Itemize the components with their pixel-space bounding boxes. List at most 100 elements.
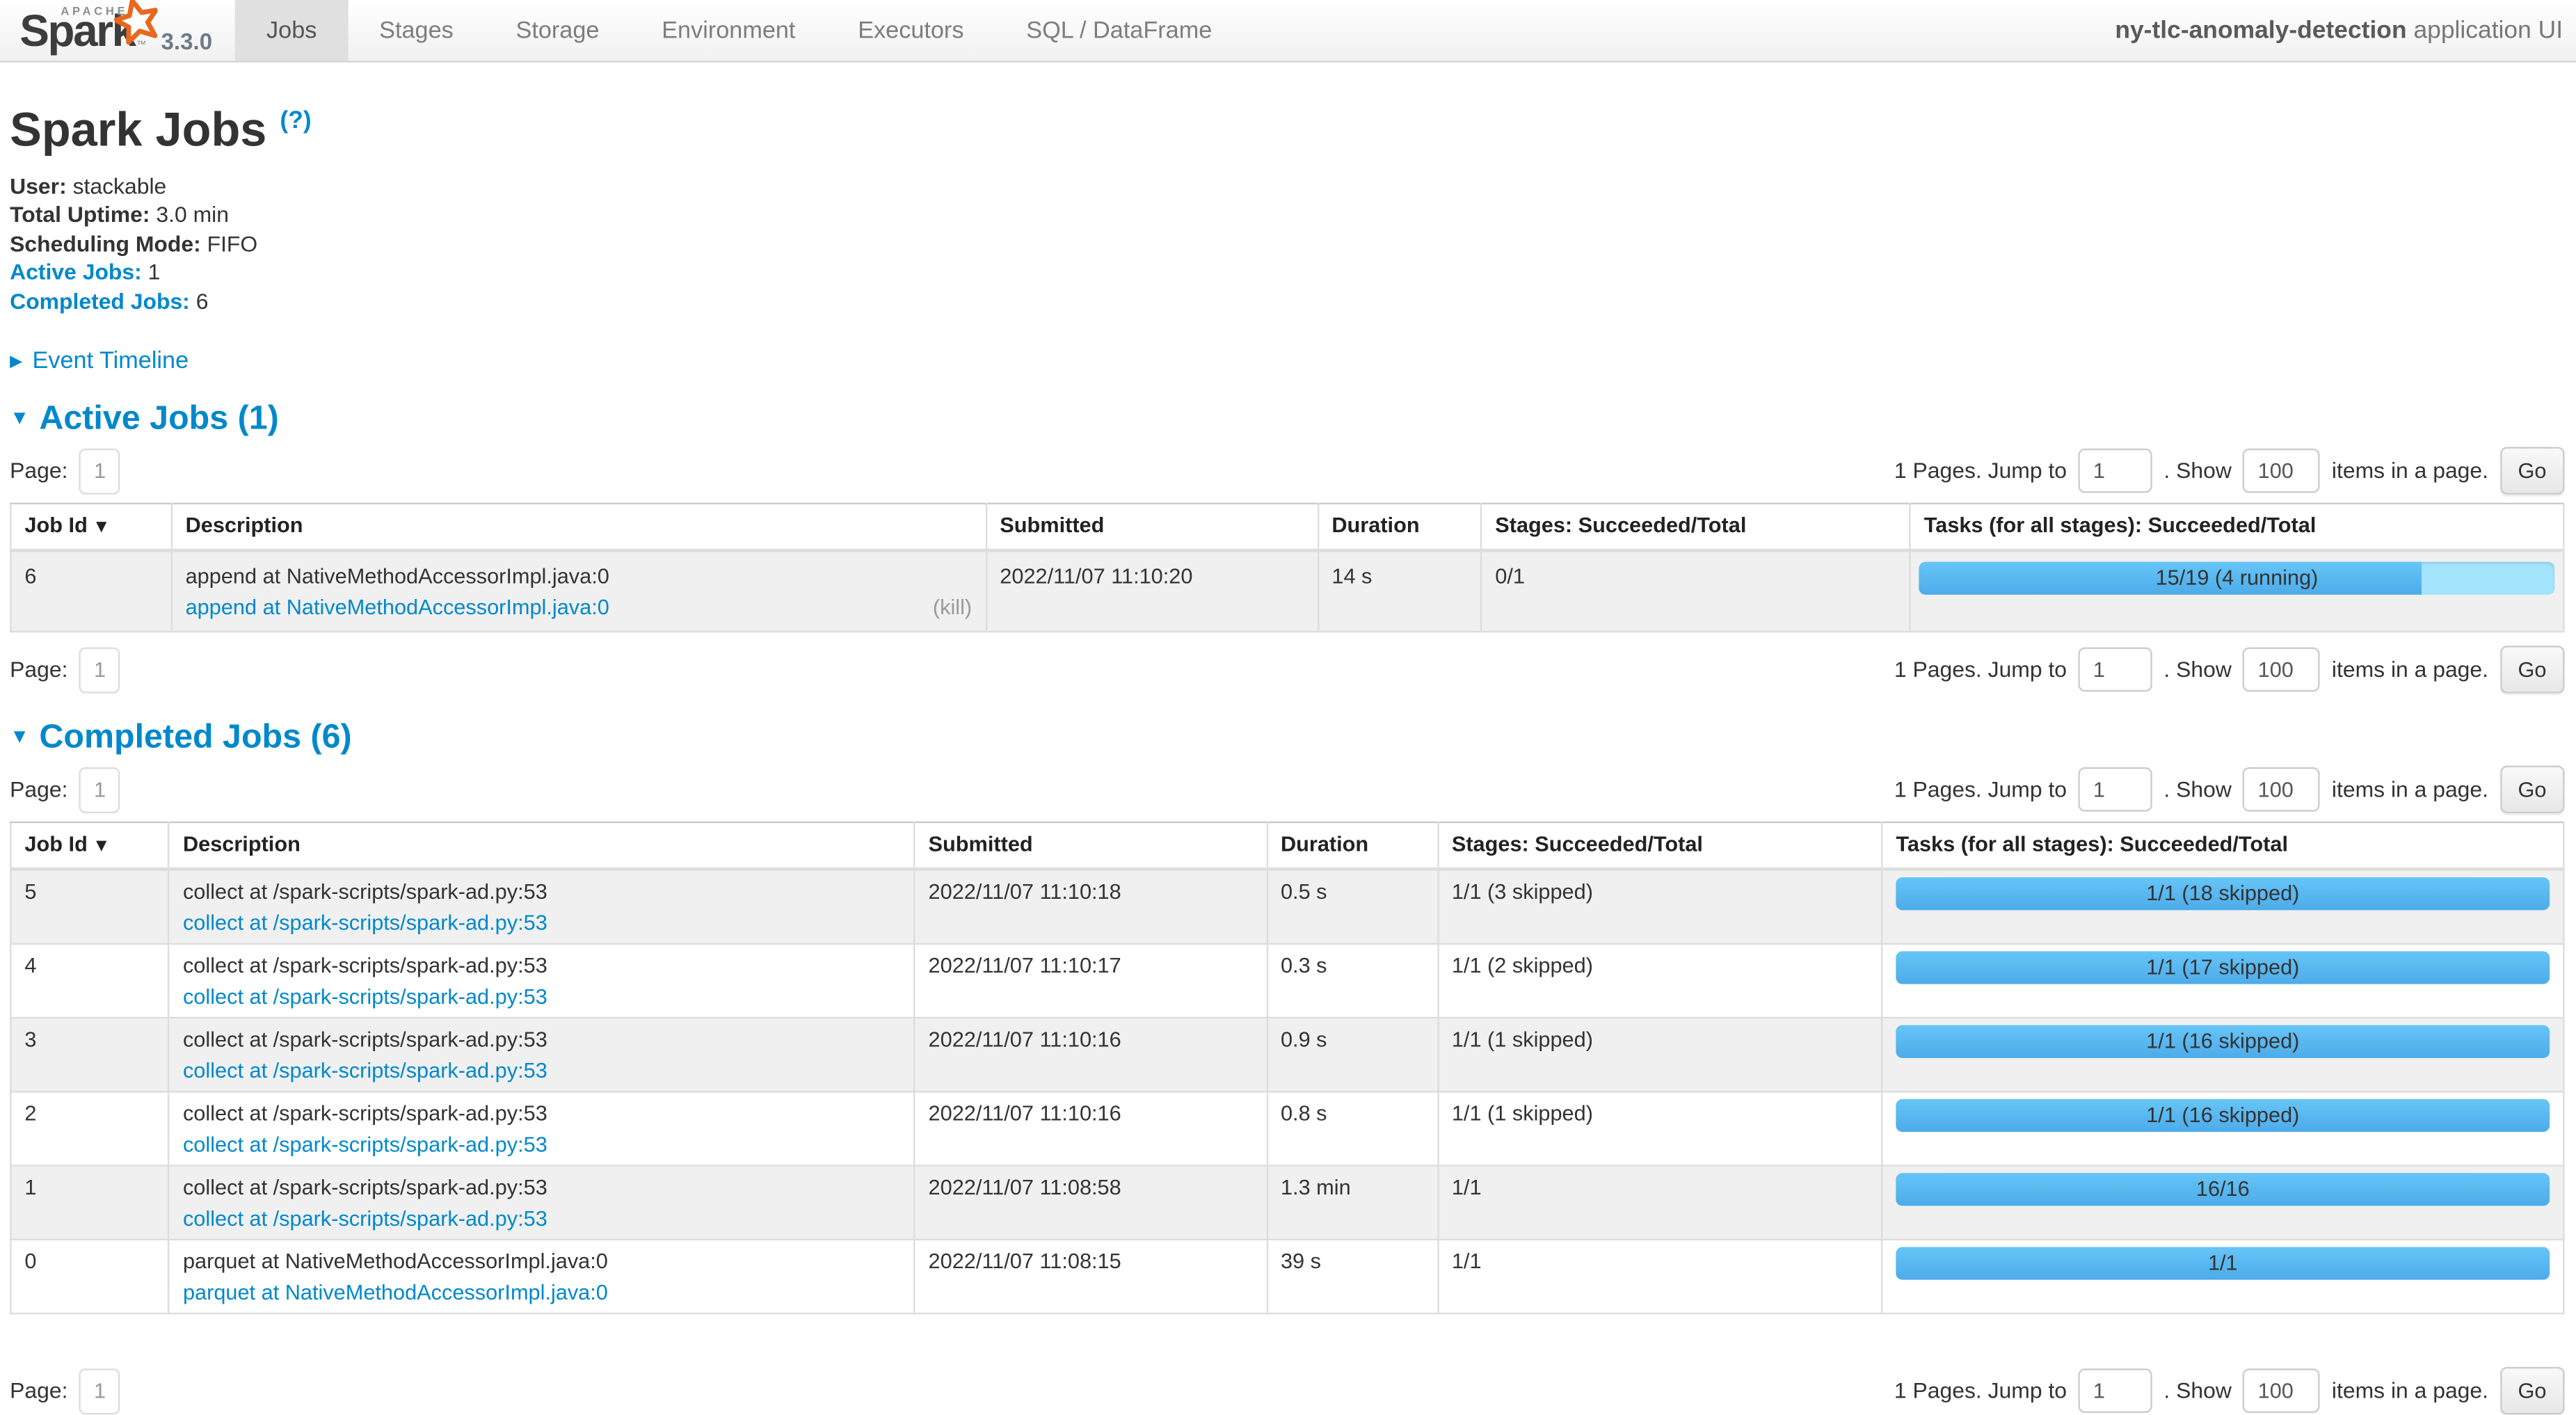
job-description-link[interactable]: collect at /spark-scripts/spark-ad.py:53	[183, 1130, 547, 1158]
completed-job-row: 3 collect at /spark-scripts/spark-ad.py:…	[10, 1018, 2563, 1092]
completed-jobs-heading[interactable]: ▼Completed Jobs (6)	[10, 717, 2564, 758]
completed-job-row: 2 collect at /spark-scripts/spark-ad.py:…	[10, 1092, 2563, 1166]
tasks-progress-bar: 1/1 (18 skipped)	[1896, 877, 2550, 910]
header-job-id[interactable]: Job Id▼	[10, 504, 171, 550]
tab-sql-dataframe[interactable]: SQL / DataFrame	[995, 0, 1243, 61]
header-stages[interactable]: Stages: Succeeded/Total	[1481, 504, 1910, 550]
tasks-progress-bar: 1/1 (17 skipped)	[1896, 952, 2550, 984]
go-button[interactable]: Go	[2500, 1367, 2565, 1414]
tab-jobs[interactable]: Jobs	[235, 0, 348, 61]
job-submitted-cell: 2022/11/07 11:10:18	[914, 870, 1266, 944]
completed-jobs-link[interactable]: Completed Jobs:	[10, 289, 190, 313]
tasks-progress-label: 1/1 (16 skipped)	[1896, 1025, 2550, 1058]
current-page-button[interactable]: 1	[79, 767, 120, 813]
job-description-cell: collect at /spark-scripts/spark-ad.py:53…	[169, 944, 915, 1018]
current-page-button[interactable]: 1	[79, 448, 120, 494]
completed-job-row: 4 collect at /spark-scripts/spark-ad.py:…	[10, 944, 2563, 1018]
items-per-page-input[interactable]	[2243, 1369, 2320, 1414]
job-description-link[interactable]: parquet at NativeMethodAccessorImpl.java…	[183, 1279, 608, 1306]
header-job-id[interactable]: Job Id▼	[10, 822, 169, 869]
job-id-cell: 3	[10, 1018, 169, 1092]
items-per-page-input[interactable]	[2243, 767, 2320, 812]
items-in-page-text: items in a page.	[2332, 777, 2488, 801]
header-stages[interactable]: Stages: Succeeded/Total	[1438, 822, 1882, 869]
job-description-link[interactable]: append at NativeMethodAccessorImpl.java:…	[186, 593, 609, 621]
job-duration-cell: 0.5 s	[1267, 870, 1438, 944]
job-submitted-cell: 2022/11/07 11:08:58	[914, 1166, 1266, 1240]
job-tasks-cell: 1/1	[1882, 1240, 2563, 1313]
job-summary: User: stackable Total Uptime: 3.0 min Sc…	[10, 172, 2564, 316]
pages-jump-text: 1 Pages. Jump to	[1894, 777, 2067, 801]
page-label: Page:	[10, 657, 67, 682]
job-stages-cell: 1/1	[1438, 1166, 1882, 1240]
job-description: collect at /spark-scripts/spark-ad.py:53	[183, 877, 900, 905]
active-job-row: 6 append at NativeMethodAccessorImpl.jav…	[10, 551, 2563, 632]
header-duration[interactable]: Duration	[1318, 504, 1481, 550]
header-submitted[interactable]: Submitted	[914, 822, 1266, 869]
tasks-progress-label: 1/1 (16 skipped)	[1896, 1099, 2550, 1132]
job-stages-cell: 1/1 (1 skipped)	[1438, 1018, 1882, 1092]
show-text: . Show	[2163, 777, 2231, 801]
job-stages-cell: 1/1 (2 skipped)	[1438, 944, 1882, 1018]
jump-to-page-input[interactable]	[2079, 648, 2152, 692]
job-description-link[interactable]: collect at /spark-scripts/spark-ad.py:53	[183, 983, 547, 1011]
job-description-cell: collect at /spark-scripts/spark-ad.py:53…	[169, 1018, 915, 1092]
header-submitted[interactable]: Submitted	[986, 504, 1318, 550]
summary-active-jobs: Active Jobs: 1	[10, 258, 2564, 287]
job-stages-cell: 0/1	[1481, 551, 1910, 632]
header-duration[interactable]: Duration	[1267, 822, 1438, 869]
completed-job-row: 0 parquet at NativeMethodAccessorImpl.ja…	[10, 1240, 2563, 1313]
header-description[interactable]: Description	[169, 822, 915, 869]
job-description-cell: collect at /spark-scripts/spark-ad.py:53…	[169, 870, 915, 944]
header-tasks[interactable]: Tasks (for all stages): Succeeded/Total	[1882, 822, 2563, 869]
kill-link[interactable]: (kill)	[933, 593, 972, 621]
job-description: collect at /spark-scripts/spark-ad.py:53	[183, 1174, 900, 1201]
help-link[interactable]: (?)	[280, 107, 311, 135]
items-per-page-input[interactable]	[2243, 449, 2320, 493]
show-text: . Show	[2163, 1379, 2231, 1403]
header-tasks[interactable]: Tasks (for all stages): Succeeded/Total	[1910, 504, 2564, 550]
pages-jump-text: 1 Pages. Jump to	[1894, 657, 2067, 682]
items-per-page-input[interactable]	[2243, 648, 2320, 692]
jump-to-page-input[interactable]	[2079, 767, 2152, 812]
current-page-button[interactable]: 1	[79, 647, 120, 693]
tab-storage[interactable]: Storage	[485, 0, 631, 61]
header-description[interactable]: Description	[172, 504, 986, 550]
job-stages-cell: 1/1 (1 skipped)	[1438, 1092, 1882, 1166]
job-submitted-cell: 2022/11/07 11:10:17	[914, 944, 1266, 1018]
items-in-page-text: items in a page.	[2332, 458, 2488, 483]
completed-jobs-count: 6	[196, 289, 209, 313]
job-description-link[interactable]: collect at /spark-scripts/spark-ad.py:53	[183, 909, 547, 936]
tasks-progress-bar: 1/1	[1896, 1247, 2550, 1280]
active-jobs-link[interactable]: Active Jobs:	[10, 260, 142, 285]
tasks-progress-label: 16/16	[1896, 1174, 2550, 1206]
jump-to-page-input[interactable]	[2079, 1369, 2152, 1414]
job-description-link[interactable]: collect at /spark-scripts/spark-ad.py:53	[183, 1057, 547, 1085]
page-label: Page:	[10, 1379, 67, 1403]
tab-stages[interactable]: Stages	[348, 0, 484, 61]
job-description-link[interactable]: collect at /spark-scripts/spark-ad.py:53	[183, 1204, 547, 1232]
tab-executors[interactable]: Executors	[826, 0, 995, 61]
go-button[interactable]: Go	[2500, 646, 2565, 693]
completed-job-row: 5 collect at /spark-scripts/spark-ad.py:…	[10, 870, 2563, 944]
tab-environment[interactable]: Environment	[630, 0, 826, 61]
sort-desc-icon: ▼	[93, 836, 111, 856]
go-button[interactable]: Go	[2500, 766, 2565, 813]
jump-to-page-input[interactable]	[2079, 449, 2152, 493]
job-submitted-cell: 2022/11/07 11:10:20	[986, 551, 1318, 632]
page: APACHE Spark ™ 3.3.0 Jobs Stages Storage…	[0, 0, 2576, 1349]
job-stages-cell: 1/1 (3 skipped)	[1438, 870, 1882, 944]
job-description: collect at /spark-scripts/spark-ad.py:53	[183, 1025, 900, 1053]
current-page-button[interactable]: 1	[79, 1368, 120, 1414]
items-in-page-text: items in a page.	[2332, 657, 2488, 682]
uptime-value: 3.0 min	[156, 202, 229, 227]
event-timeline-toggle[interactable]: ▶Event Timeline	[10, 349, 2564, 375]
job-description-cell: parquet at NativeMethodAccessorImpl.java…	[169, 1240, 915, 1313]
active-jobs-heading[interactable]: ▼Active Jobs (1)	[10, 398, 2564, 439]
job-duration-cell: 0.3 s	[1267, 944, 1438, 1018]
active-jobs-count: 1	[148, 260, 161, 285]
go-button[interactable]: Go	[2500, 447, 2565, 495]
spark-logo[interactable]: APACHE Spark ™ 3.3.0	[0, 0, 235, 61]
application-name: ny-tlc-anomaly-detection	[2115, 17, 2406, 45]
tasks-progress-label: 15/19 (4 running)	[1919, 562, 2555, 595]
